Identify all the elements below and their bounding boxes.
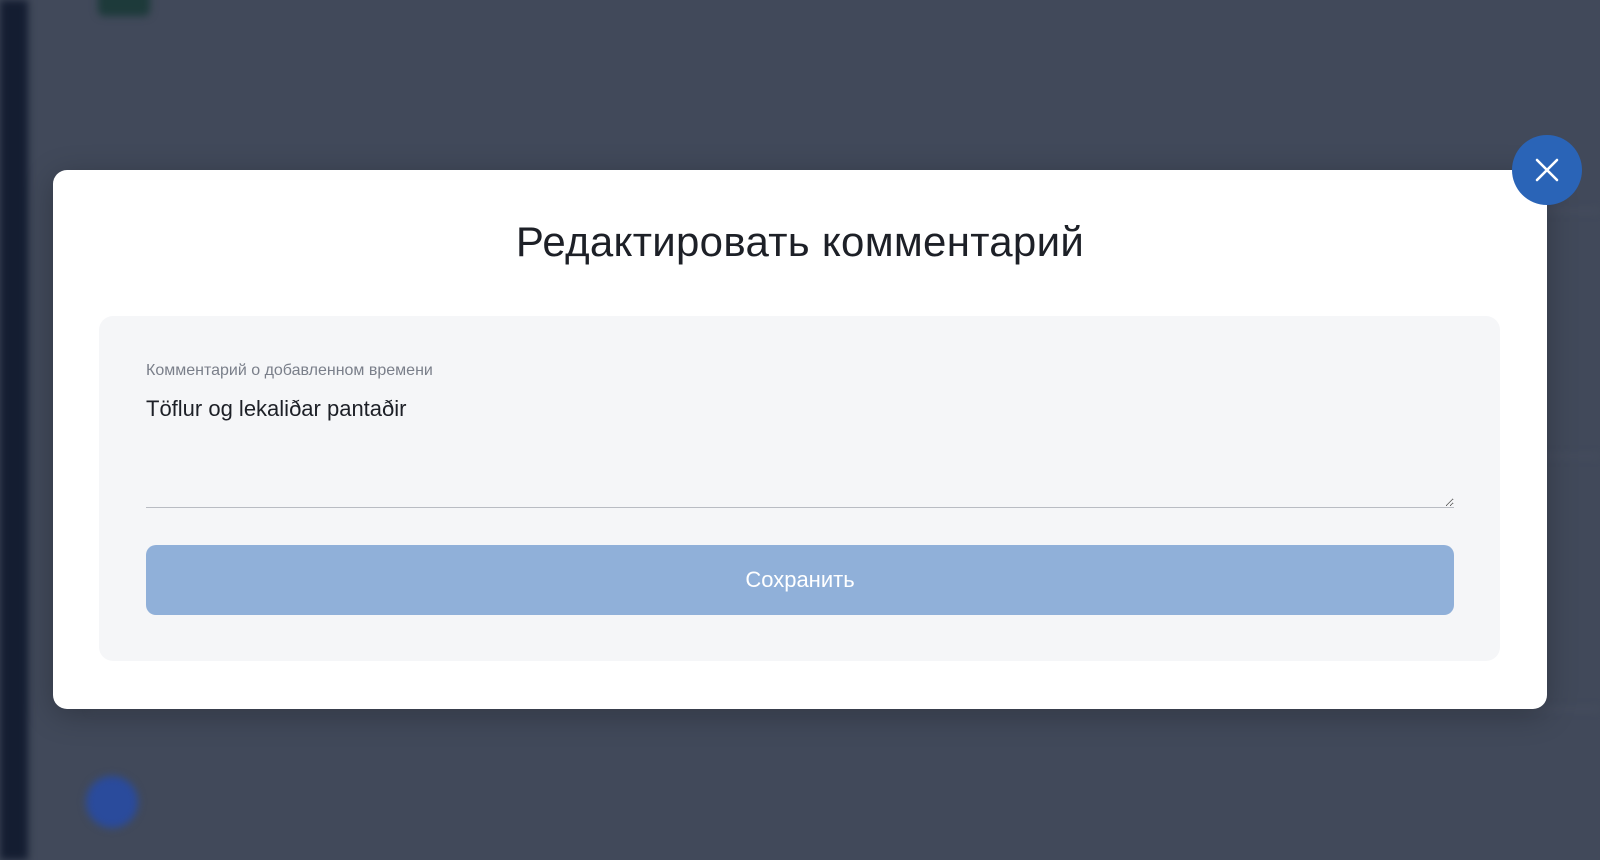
background-avatar: [86, 776, 138, 828]
close-modal-button[interactable]: [1512, 135, 1582, 205]
background-logo: [98, 0, 150, 16]
background-table-row: [86, 770, 1546, 840]
edit-comment-modal: Редактировать комментарий Комментарий о …: [53, 170, 1547, 709]
background-sidebar: [0, 0, 28, 860]
save-button[interactable]: Сохранить: [146, 545, 1454, 615]
comment-field-label: Комментарий о добавленном времени: [146, 362, 433, 379]
comment-form: Комментарий о добавленном времени Сохран…: [99, 316, 1500, 661]
comment-textarea[interactable]: [146, 390, 1454, 508]
modal-title: Редактировать комментарий: [515, 218, 1085, 265]
close-icon: [1535, 158, 1559, 182]
